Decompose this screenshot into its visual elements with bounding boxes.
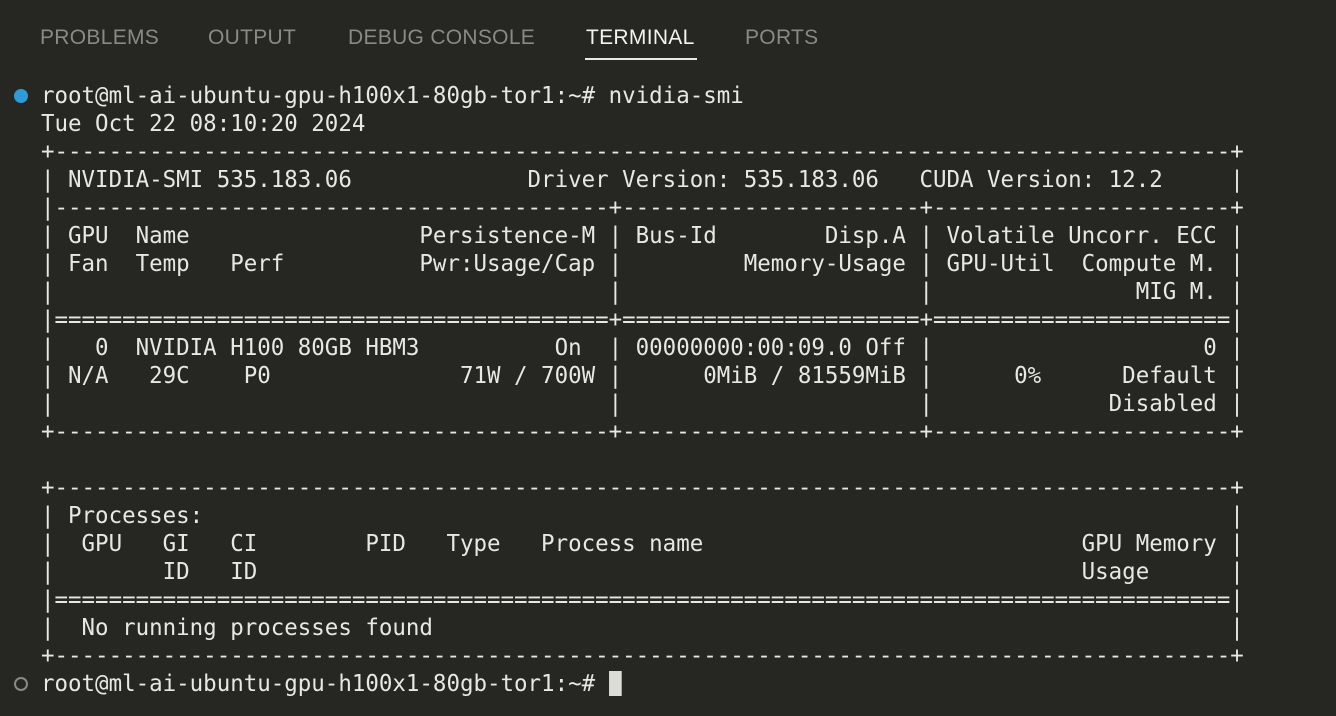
command-success-icon[interactable] [14,89,28,103]
tab-problems[interactable]: PROBLEMS [40,25,159,51]
output-line: |=======================================… [41,587,1244,613]
terminal-panel: PROBLEMS OUTPUT DEBUG CONSOLE TERMINAL P… [0,0,1336,716]
shell-prompt: root@ml-ai-ubuntu-gpu-h100x1-80gb-tor1:~… [41,671,609,697]
prompt-line[interactable]: root@ml-ai-ubuntu-gpu-h100x1-80gb-tor1:~… [41,670,622,698]
output-line: | ID ID Usage | [41,559,1244,585]
tab-terminal[interactable]: TERMINAL [586,25,695,51]
command-pending-icon[interactable] [14,677,28,691]
tab-output[interactable]: OUTPUT [208,25,296,51]
active-tab-indicator [585,58,697,60]
output-line: |=======================================… [41,307,1244,333]
output-line: | GPU GI CI PID Type Process name GPU Me… [41,531,1244,557]
panel-tab-bar: PROBLEMS OUTPUT DEBUG CONSOLE TERMINAL P… [0,0,1336,70]
output-line: | | | MIG M. | [41,279,1244,305]
output-line: | | | Disabled | [41,391,1244,417]
output-line: +---------------------------------------… [41,475,1244,501]
tab-ports[interactable]: PORTS [745,25,818,51]
output-line: | Fan Temp Perf Pwr:Usage/Cap | Memory-U… [41,251,1244,277]
output-line: | GPU Name Persistence-M | Bus-Id Disp.A… [41,223,1244,249]
tab-debug-console[interactable]: DEBUG CONSOLE [348,25,535,51]
output-line: | Processes: | [41,503,1244,529]
output-line: Tue Oct 22 08:10:20 2024 [41,111,366,137]
output-line: | N/A 29C P0 71W / 700W | 0MiB / 81559Mi… [41,363,1244,389]
output-line: |---------------------------------------… [41,195,1244,221]
command-line: root@ml-ai-ubuntu-gpu-h100x1-80gb-tor1:~… [41,83,744,109]
output-line: +---------------------------------------… [41,643,1244,669]
output-line: | No running processes found | [41,615,1244,641]
output-line: +---------------------------------------… [41,139,1244,165]
output-line: +---------------------------------------… [41,419,1244,445]
text-cursor [608,671,622,696]
output-line: | 0 NVIDIA H100 80GB HBM3 On | 00000000:… [41,335,1244,361]
output-line: | NVIDIA-SMI 535.183.06 Driver Version: … [41,167,1244,193]
